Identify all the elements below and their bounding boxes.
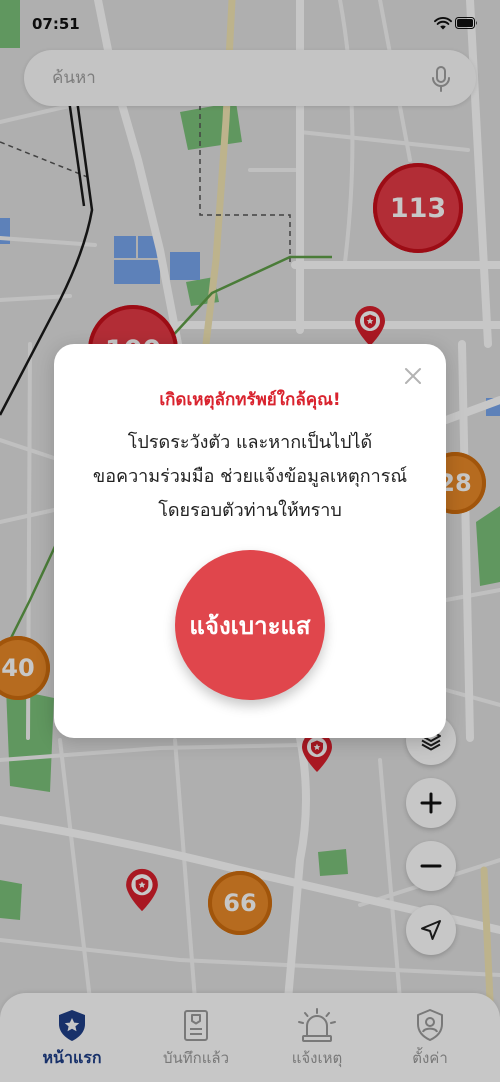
alert-message: โปรดระวังตัว และหากเป็นไปได้ ขอความร่วมม… xyxy=(54,426,446,528)
nearby-incident-alert-dialog: เกิดเหตุลักทรัพย์ใกล้คุณ! โปรดระวังตัว แ… xyxy=(54,344,446,738)
close-button[interactable] xyxy=(401,364,425,388)
alert-message-line: โปรดระวังตัว และหากเป็นไปได้ xyxy=(127,432,373,453)
alert-title: เกิดเหตุลักทรัพย์ใกล้คุณ! xyxy=(159,390,341,410)
alert-message-line: ขอความร่วมมือ ช่วยแจ้งข้อมูลเหตุการณ์ xyxy=(92,466,408,487)
close-icon xyxy=(405,368,421,384)
alert-message-line: โดยรอบตัวท่านให้ทราบ xyxy=(158,500,342,521)
app-screen: 113 100 28 40 66 xyxy=(0,0,500,1082)
report-tip-button[interactable]: แจ้งเบาะแส xyxy=(175,550,325,700)
